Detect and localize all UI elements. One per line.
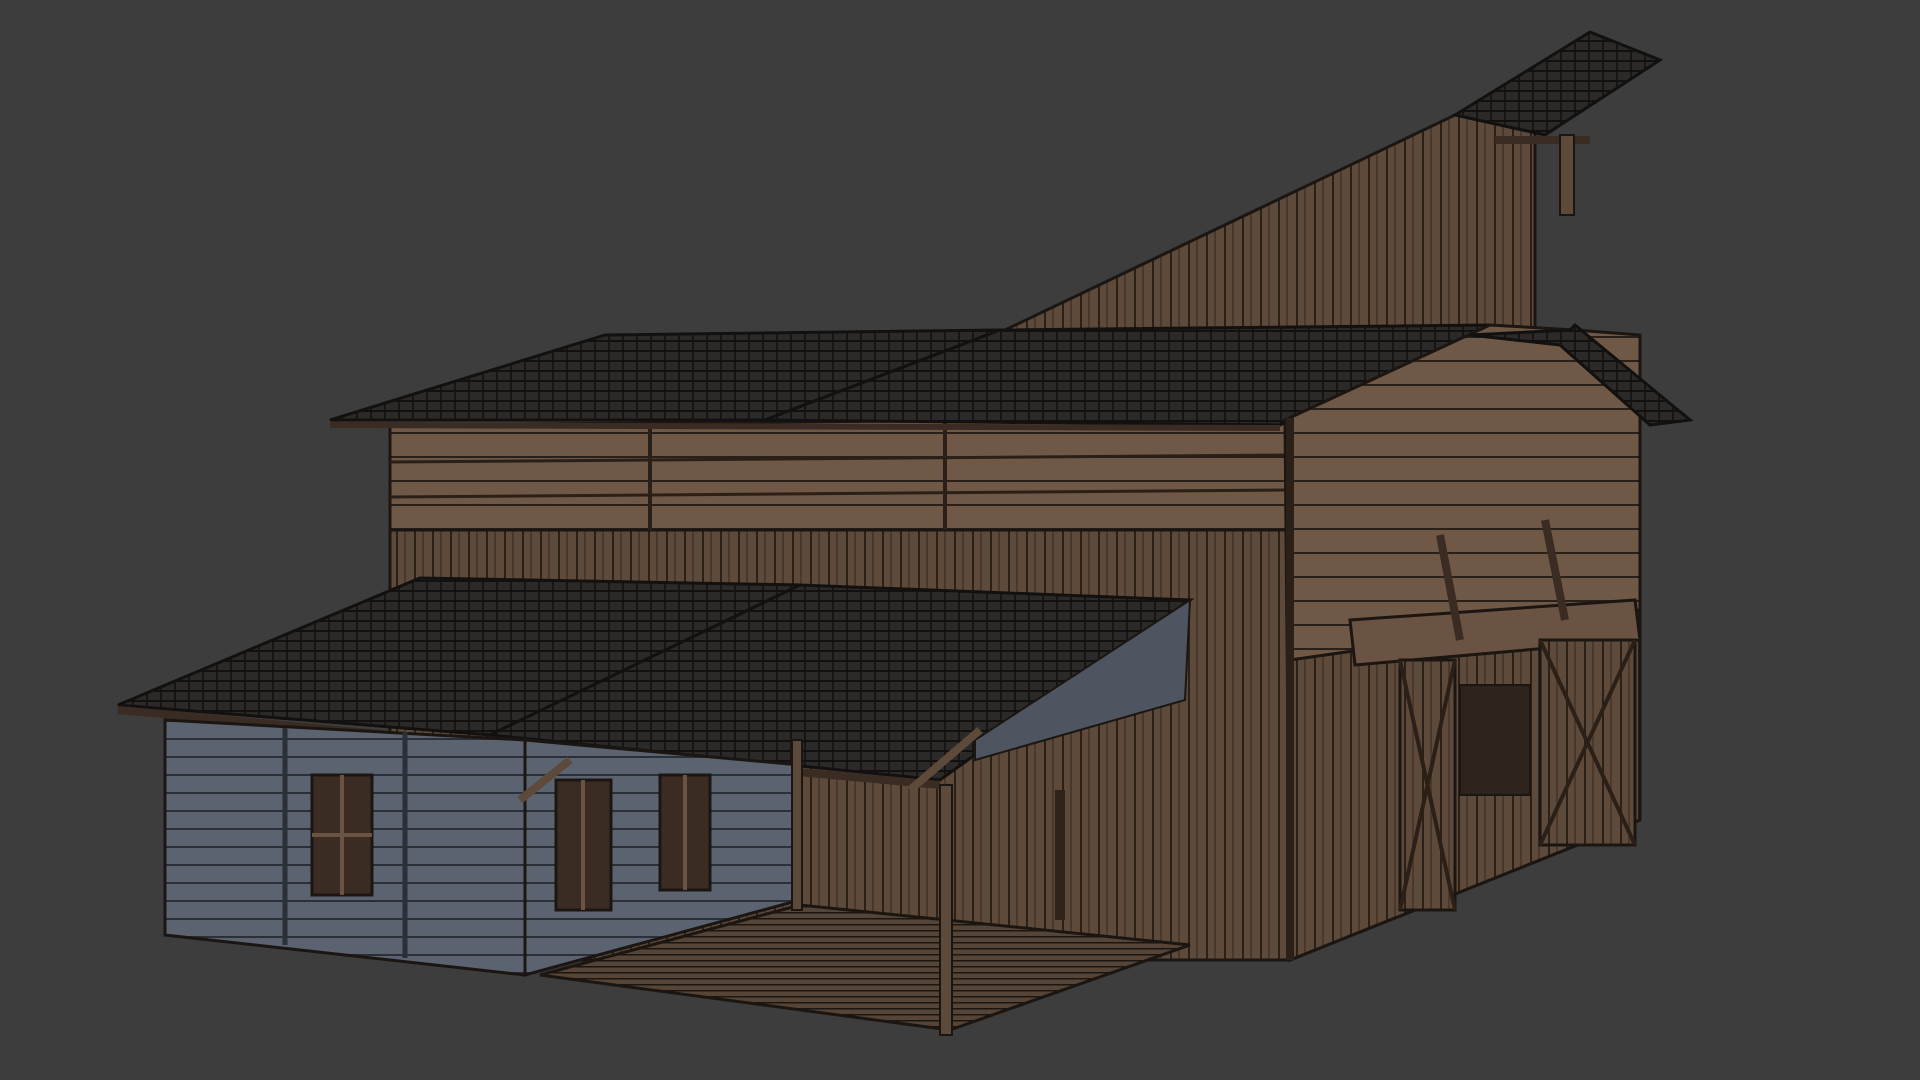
tower-wall [1004, 113, 1537, 332]
annex-window-side-1 [554, 778, 613, 912]
3d-viewport[interactable] [0, 0, 1920, 1080]
main-wall-door [1055, 790, 1065, 920]
porch-post-middle [791, 739, 803, 911]
barn-model-render [117, 30, 1694, 1036]
barn-door-opening [1459, 684, 1531, 796]
annex-window-side-2 [658, 773, 712, 892]
tower-roof [1451, 30, 1664, 137]
annex-window-front [310, 773, 374, 897]
barn-door-left [1398, 658, 1457, 912]
porch-post-front [939, 784, 953, 1036]
barn-door-right [1538, 638, 1637, 847]
main-upper-front-wall [388, 416, 1292, 534]
right-side-wing [1283, 322, 1694, 963]
tower [1004, 30, 1664, 332]
